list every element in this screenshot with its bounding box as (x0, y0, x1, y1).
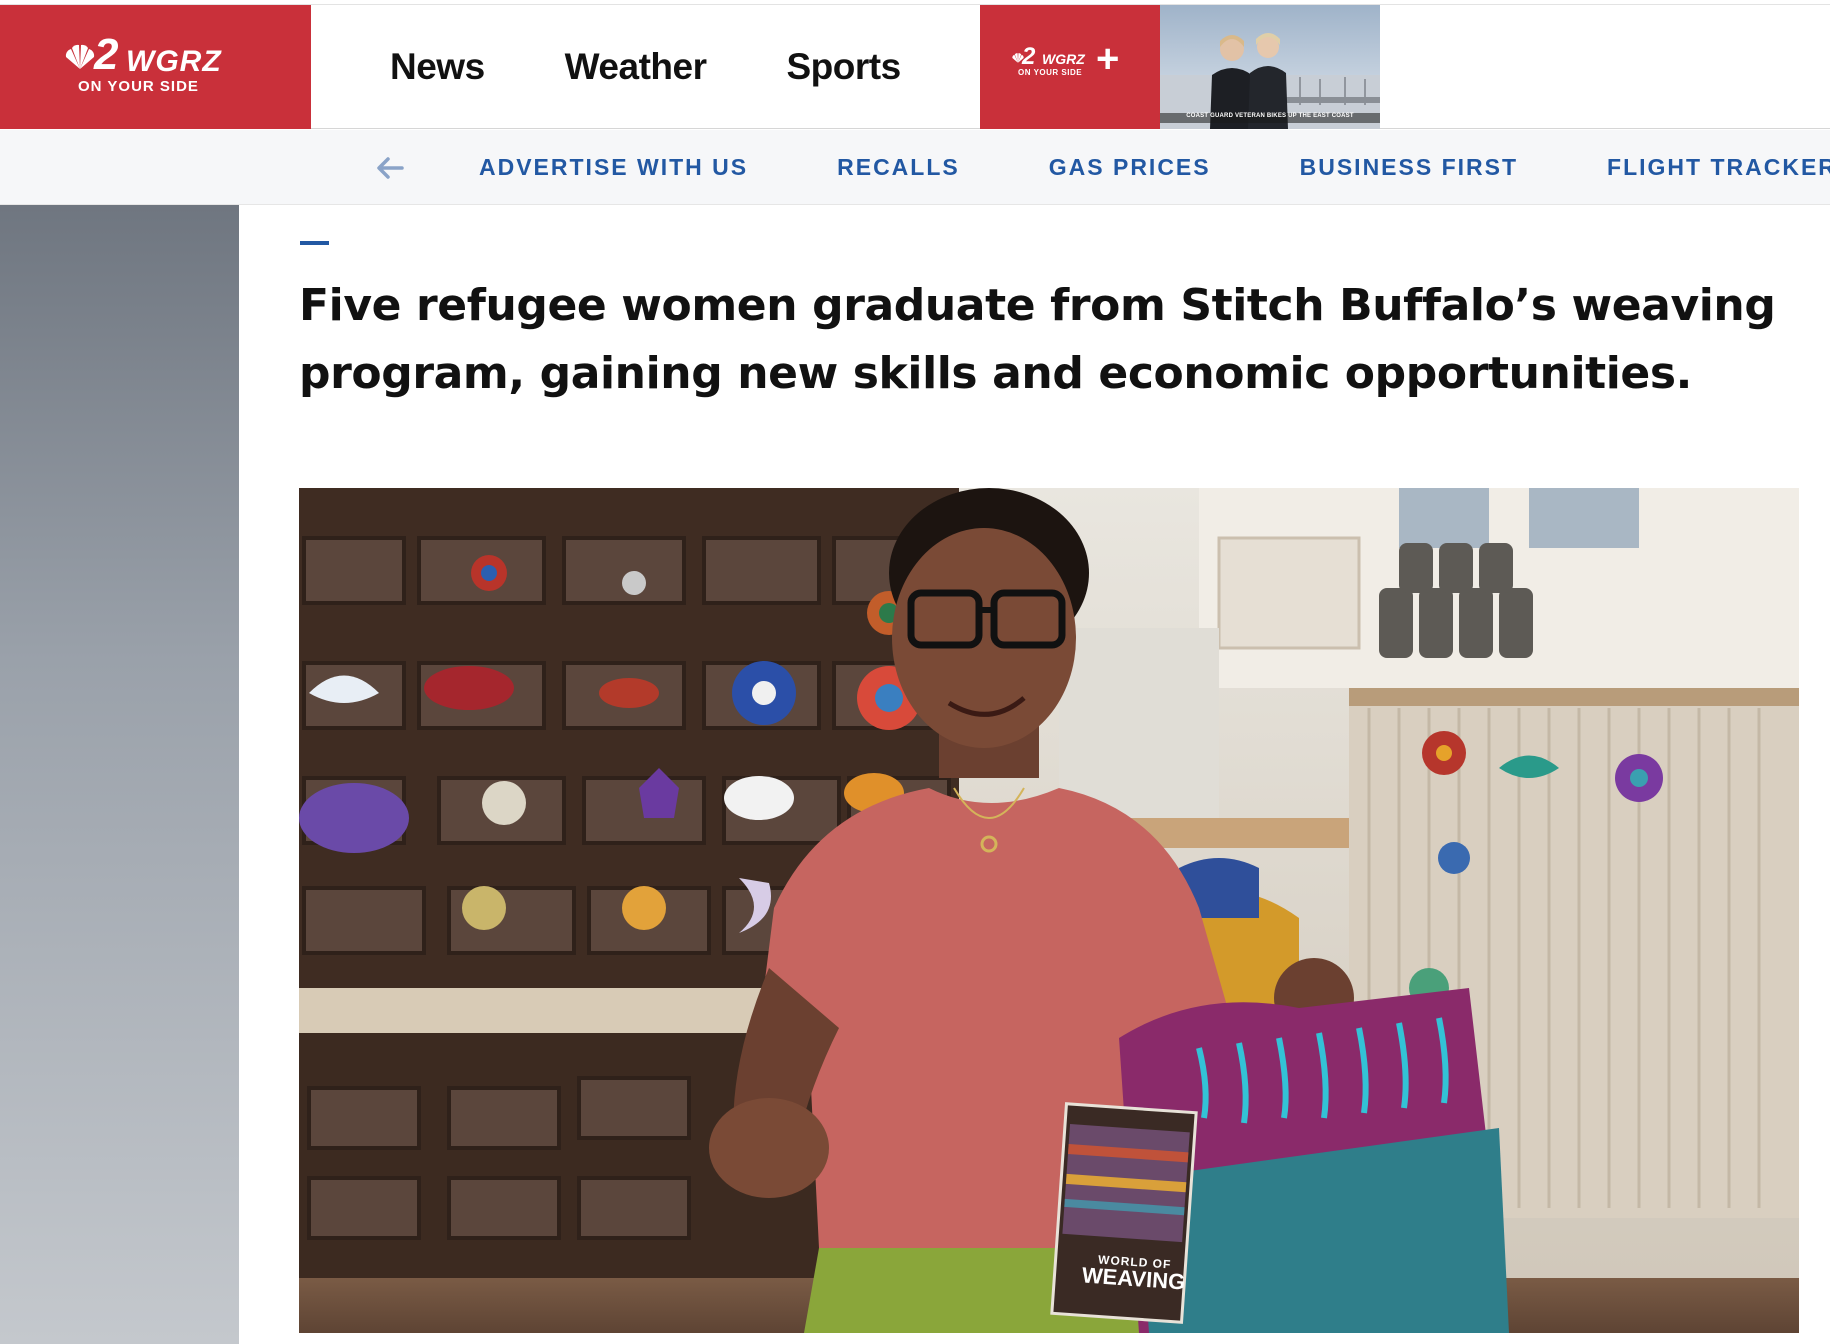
left-gray-panel (0, 205, 239, 1344)
secondary-nav-links: ADVERTISE WITH US RECALLS GAS PRICES BUS… (479, 130, 1830, 205)
nav-sports[interactable]: Sports (786, 46, 901, 88)
headline-accent-bar (300, 241, 329, 245)
plus-tagline: ON YOUR SIDE (1018, 68, 1083, 77)
subnav-gas-prices[interactable]: GAS PRICES (1049, 154, 1211, 181)
nav-news[interactable]: News (390, 46, 485, 88)
wgrz-plus-button[interactable]: 2 WGRZ ON YOUR SIDE + (980, 5, 1160, 129)
promo-caption: COAST GUARD VETERAN BIKES UP THE EAST CO… (1186, 113, 1354, 119)
article-headline: Five refugee women graduate from Stitch … (299, 280, 1776, 399)
site-header: 2 WGRZ ON YOUR SIDE News Weather Sports … (0, 5, 1830, 129)
article-hero-image[interactable]: WORLD OF WEAVING (299, 488, 1799, 1333)
subnav-flight-tracker[interactable]: FLIGHT TRACKER (1607, 154, 1830, 181)
plus-logo: 2 WGRZ ON YOUR SIDE + (1010, 39, 1140, 89)
logo-tagline: ON YOUR SIDE (78, 78, 199, 95)
subnav-business-first[interactable]: BUSINESS FIRST (1300, 154, 1518, 181)
logo-mark: 2 WGRZ ON YOUR SIDE (60, 33, 260, 99)
promo-image (1160, 5, 1380, 129)
logo-channel: 2 (94, 30, 119, 79)
logo-call-letters: WGRZ (126, 45, 222, 78)
main-nav: News Weather Sports (390, 5, 981, 129)
subnav-advertise[interactable]: ADVERTISE WITH US (479, 154, 748, 181)
secondary-nav: ADVERTISE WITH US RECALLS GAS PRICES BUS… (0, 130, 1830, 205)
promo-thumbnail[interactable]: COAST GUARD VETERAN BIKES UP THE EAST CO… (1160, 5, 1380, 129)
hero-photo (299, 488, 1799, 1333)
arrow-left-icon[interactable] (372, 150, 408, 186)
nav-weather[interactable]: Weather (565, 46, 707, 88)
plus-call-letters: WGRZ (1042, 51, 1085, 67)
plus-channel: 2 (1022, 43, 1036, 70)
plus-icon: + (1096, 37, 1120, 81)
subnav-recalls[interactable]: RECALLS (837, 154, 960, 181)
site-logo[interactable]: 2 WGRZ ON YOUR SIDE (0, 5, 311, 129)
